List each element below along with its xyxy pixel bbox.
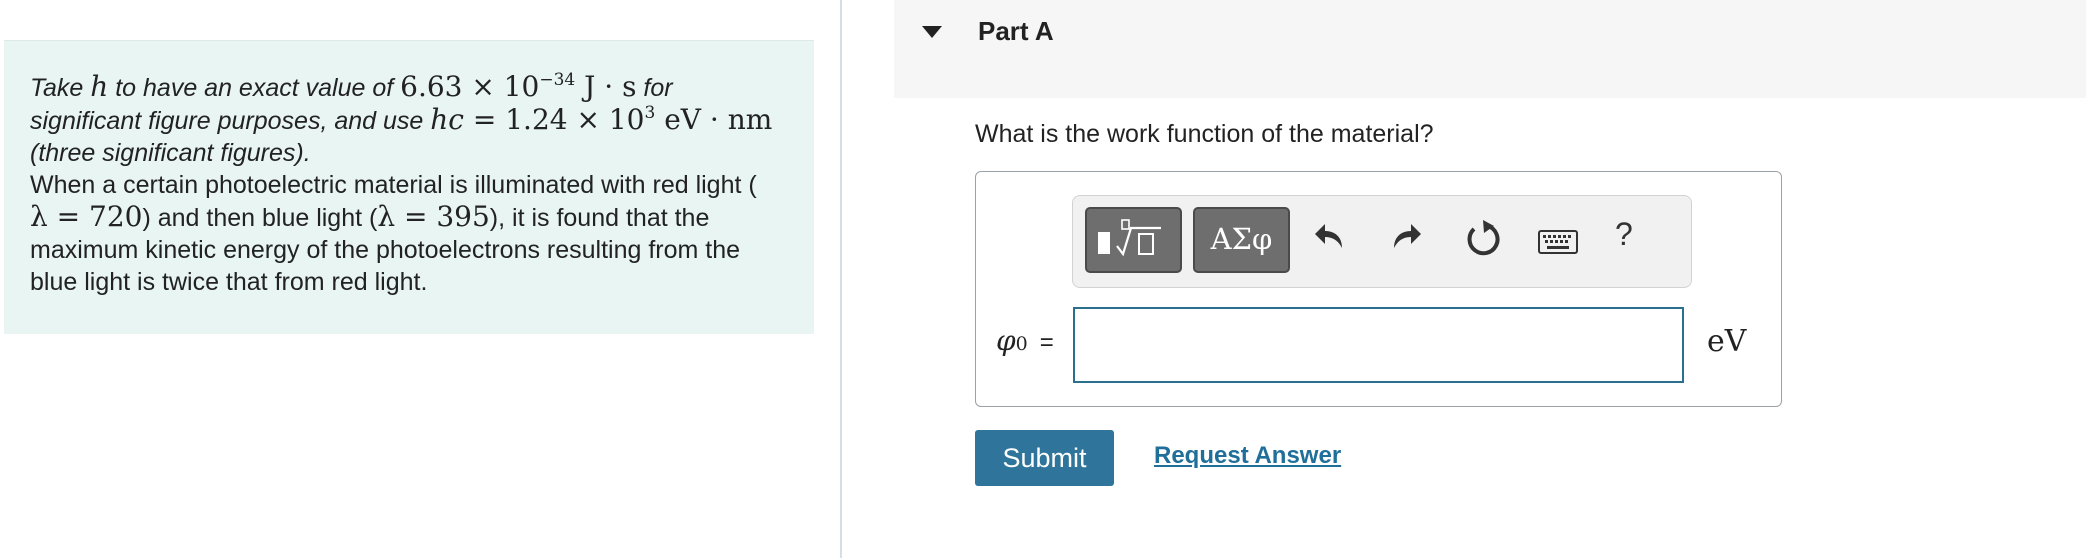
intro-line-1: Take h to have an exact value of 6.63 × … <box>30 71 788 104</box>
unit-label: eV <box>1707 324 1747 359</box>
intro-text: ) and then blue light ( <box>142 204 378 232</box>
templates-button[interactable] <box>1085 207 1182 273</box>
keyboard-icon[interactable] <box>1538 230 1578 259</box>
answer-input[interactable] <box>1073 307 1684 383</box>
intro-line-4: When a certain photoelectric material is… <box>30 171 757 199</box>
intro-text: to have an exact value of <box>108 74 401 102</box>
undo-icon[interactable] <box>1313 220 1347 259</box>
answer-box: ΑΣφ ? φ0 = eV <box>975 171 1782 407</box>
answer-variable-label: φ0 = <box>996 324 1054 357</box>
hc-unit: eV · nm <box>655 103 773 136</box>
intro-text: for <box>636 74 673 102</box>
hc-symbol: hc <box>430 103 464 136</box>
submit-button[interactable]: Submit <box>975 430 1114 486</box>
help-icon[interactable]: ? <box>1615 216 1633 253</box>
planck-symbol: h <box>90 70 109 103</box>
phi-symbol: φ <box>996 324 1016 357</box>
intro-line-5: λ = 720) and then blue light (λ = 395), … <box>30 201 788 234</box>
planck-value: 6.63 × 10 <box>400 70 540 103</box>
hc-exponent: 3 <box>644 102 656 123</box>
math-toolbar: ΑΣφ ? <box>1072 195 1692 288</box>
part-header[interactable]: Part A <box>894 0 2086 98</box>
intro-text: significant figure purposes, and use <box>30 107 431 135</box>
intro-line-6: maximum kinetic energy of the photoelect… <box>30 236 741 264</box>
collapse-triangle-icon[interactable] <box>922 26 942 38</box>
request-answer-link[interactable]: Request Answer <box>1154 442 1341 470</box>
hc-value: = 1.24 × 10 <box>463 103 645 136</box>
equals-sign: = <box>1039 329 1054 356</box>
red-wavelength: λ = 720 <box>30 200 143 233</box>
redo-icon[interactable] <box>1389 220 1423 259</box>
planck-exponent: −34 <box>539 69 576 90</box>
planck-unit: J · s <box>575 70 637 103</box>
question-text: What is the work function of the materia… <box>975 120 1434 148</box>
intro-line-3: (three significant figures). <box>30 139 311 167</box>
reset-icon[interactable] <box>1463 218 1503 263</box>
intro-line-7: blue light is twice that from red light. <box>30 268 428 296</box>
intro-text: ), it is found that the <box>489 204 710 232</box>
intro-text: Take <box>30 74 91 102</box>
problem-intro-panel: Take h to have an exact value of 6.63 × … <box>4 40 814 334</box>
templates-icon <box>1098 219 1161 257</box>
blue-wavelength: λ = 395 <box>377 200 490 233</box>
intro-line-2: significant figure purposes, and use hc … <box>30 104 788 137</box>
phi-subscript: 0 <box>1015 333 1028 355</box>
symbols-button[interactable]: ΑΣφ <box>1193 207 1290 273</box>
panel-divider <box>840 0 842 558</box>
part-title: Part A <box>978 16 1054 46</box>
